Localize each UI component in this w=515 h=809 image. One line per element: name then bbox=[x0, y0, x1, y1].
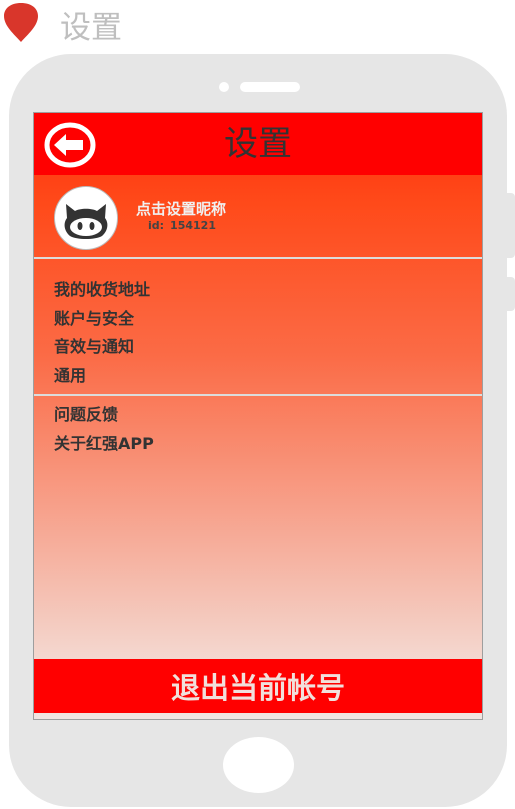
page-tag: 设置 bbox=[0, 0, 200, 50]
divider bbox=[34, 394, 482, 396]
phone-side-button bbox=[507, 193, 515, 258]
user-id-value: 154121 bbox=[170, 219, 216, 232]
logout-button[interactable]: 退出当前帐号 bbox=[34, 659, 482, 713]
menu-item-general[interactable]: 通用 bbox=[54, 365, 86, 387]
user-id-label: id: bbox=[148, 219, 165, 232]
menu-item-feedback[interactable]: 问题反馈 bbox=[54, 404, 118, 426]
nickname-link[interactable]: 点击设置昵称 bbox=[136, 199, 226, 219]
menu-item-shipping-address[interactable]: 我的收货地址 bbox=[54, 279, 150, 301]
avatar[interactable] bbox=[54, 186, 118, 250]
phone-screen: 设置 点击设置昵称 id: 154121 我的收货地址 账户与安全 音效与通知 通… bbox=[33, 112, 483, 720]
menu-item-account-security[interactable]: 账户与安全 bbox=[54, 308, 134, 330]
divider bbox=[34, 257, 482, 259]
phone-camera bbox=[219, 82, 229, 92]
logout-label: 退出当前帐号 bbox=[170, 671, 345, 705]
map-pin-icon bbox=[4, 3, 38, 42]
header-bar: 设置 bbox=[34, 113, 482, 175]
octocat-icon bbox=[64, 204, 108, 239]
settings-page: 设置 点击设置昵称 id: 154121 我的收货地址 账户与安全 音效与通知 通… bbox=[34, 113, 482, 719]
menu-item-sound-notifications[interactable]: 音效与通知 bbox=[54, 336, 134, 358]
profile-section: 点击设置昵称 id: 154121 bbox=[34, 175, 482, 257]
phone-speaker bbox=[240, 82, 300, 92]
phone-home-button[interactable] bbox=[223, 737, 294, 793]
menu-item-about-app[interactable]: 关于红强APP bbox=[54, 433, 154, 455]
phone-side-button bbox=[507, 277, 515, 311]
back-arrow-circle-icon[interactable] bbox=[44, 122, 96, 168]
user-id: id: 154121 bbox=[148, 219, 216, 233]
page-title: 设置 bbox=[224, 124, 292, 164]
page-tag-title: 设置 bbox=[60, 10, 122, 46]
